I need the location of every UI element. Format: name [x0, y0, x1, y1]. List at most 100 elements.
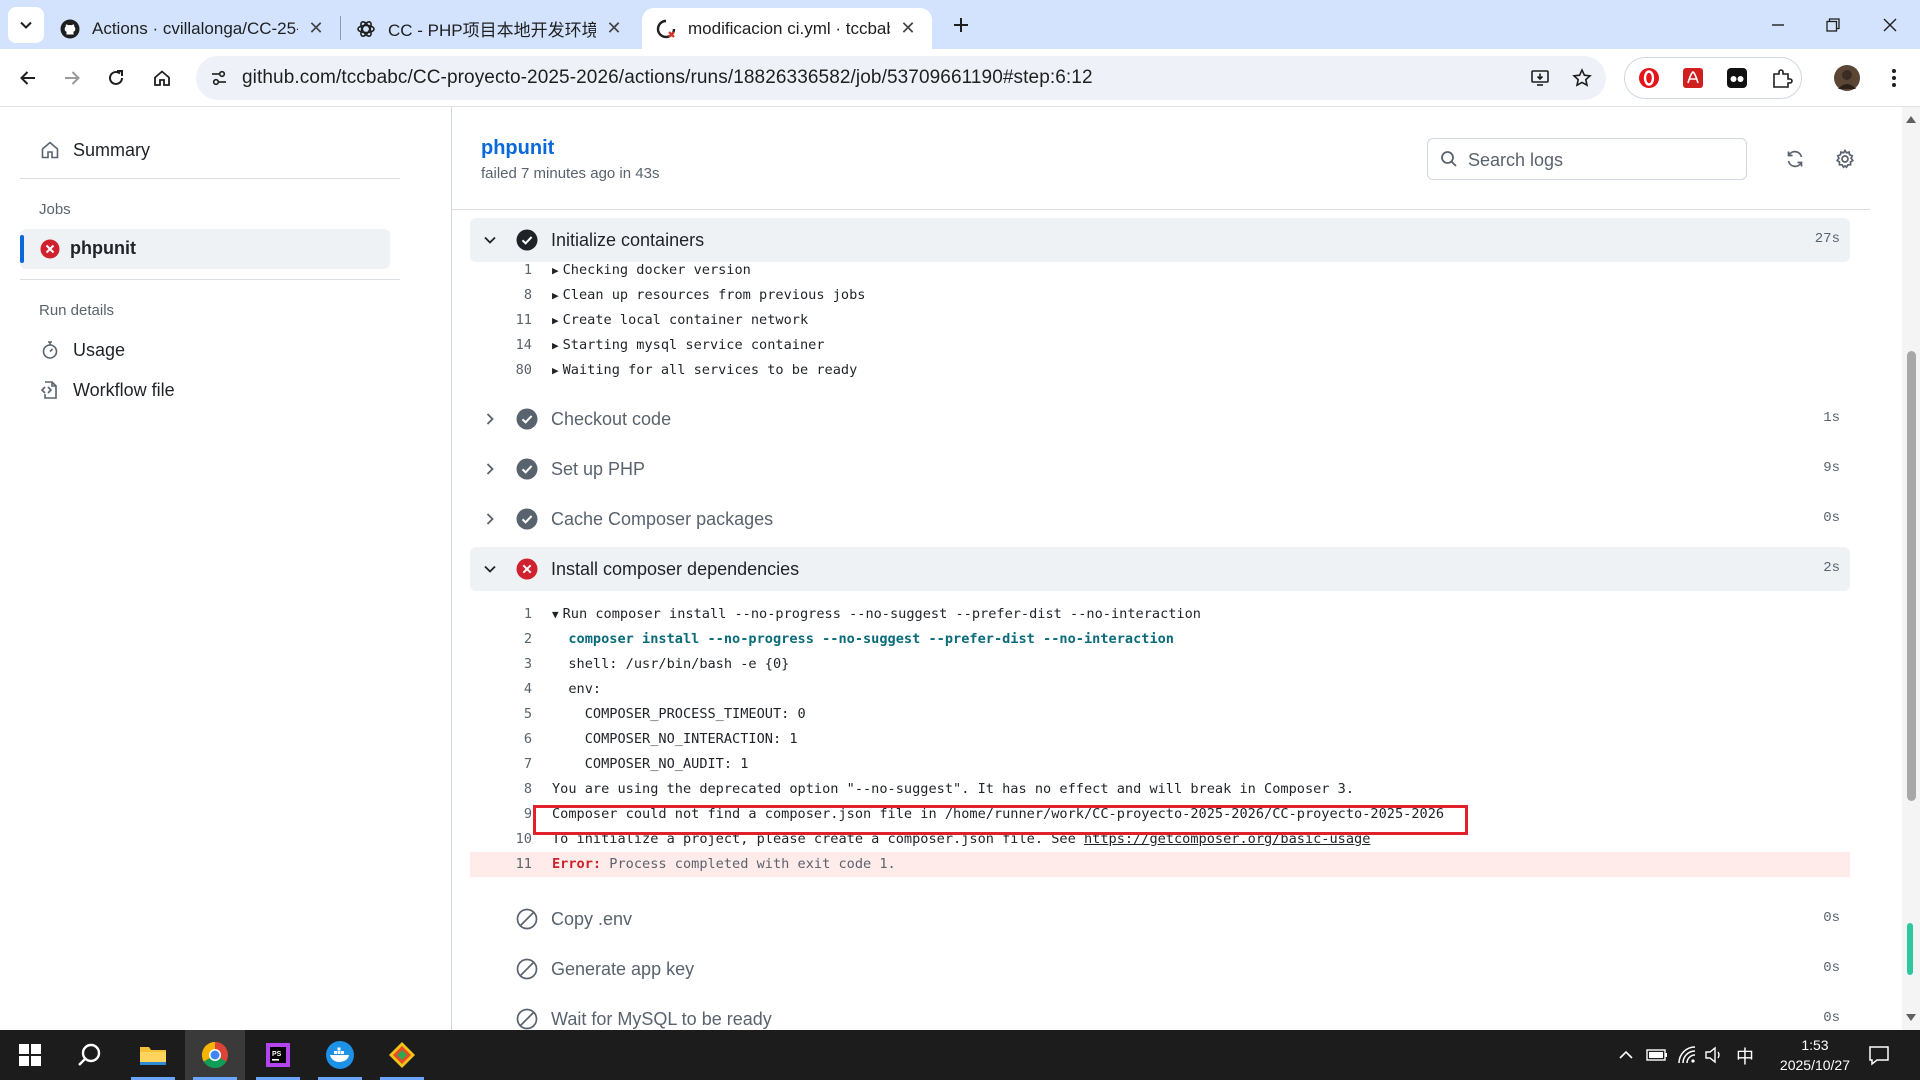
url-text[interactable]: github.com/tccbabc/CC-proyecto-2025-2026…: [242, 67, 1093, 89]
scroll-down-arrow-icon[interactable]: [1906, 1014, 1916, 1022]
step-name: Copy .env: [551, 909, 633, 929]
job-title[interactable]: phpunit: [481, 137, 554, 160]
log-line[interactable]: 3 shell: /usr/bin/bash -e {0}: [470, 652, 1850, 677]
log-line[interactable]: 5 COMPOSER_PROCESS_TIMEOUT: 0: [470, 702, 1850, 727]
home-button[interactable]: [144, 60, 180, 96]
browser-menu-button[interactable]: [1876, 60, 1912, 96]
new-tab-button[interactable]: [943, 7, 979, 43]
taskbar-git-tool[interactable]: [372, 1030, 432, 1080]
line-number[interactable]: 8: [470, 777, 532, 802]
tab-manager-extension-icon[interactable]: [1726, 67, 1748, 89]
input-method-indicator[interactable]: 中: [1736, 1043, 1754, 1069]
site-info-icon[interactable]: [210, 69, 228, 87]
browser-tab-actions[interactable]: Actions · cvillalonga/CC-25-2 ✕: [46, 8, 340, 49]
notification-icon[interactable]: [1868, 1044, 1890, 1066]
log-line[interactable]: 7 COMPOSER_NO_AUDIT: 1: [470, 752, 1850, 777]
step-initialize-containers[interactable]: Initialize containers 27s: [470, 218, 1850, 262]
sidebar-item-usage[interactable]: Usage: [39, 339, 125, 361]
log-line[interactable]: 14 Starting mysql service container: [470, 333, 1850, 358]
puzzle-extensions-icon[interactable]: [1771, 67, 1793, 89]
minimize-window-button[interactable]: [1760, 7, 1796, 43]
line-number[interactable]: 5: [470, 702, 532, 727]
browser-tab-cc-php[interactable]: CC - PHP项目本地开发环境搭建 ✕: [342, 8, 638, 49]
log-line[interactable]: 2 composer install --no-progress --no-su…: [470, 627, 1850, 652]
line-number[interactable]: 7: [470, 752, 532, 777]
log-line[interactable]: 8 Clean up resources from previous jobs: [470, 283, 1850, 308]
sidebar-item-label: Usage: [73, 339, 126, 360]
step-generate-app-key[interactable]: Generate app key 0s: [470, 947, 1850, 991]
profile-button[interactable]: [1829, 60, 1865, 96]
line-number[interactable]: 1: [470, 258, 532, 283]
close-icon[interactable]: ✕: [604, 18, 624, 39]
step-copy-env[interactable]: Copy .env 0s: [470, 897, 1850, 941]
tab-title: Actions · cvillalonga/CC-25-2: [92, 18, 298, 38]
file-code-icon: [39, 379, 61, 401]
taskbar-file-explorer[interactable]: [123, 1030, 183, 1080]
log-line-error[interactable]: 11 Error: Process completed with exit cod…: [470, 852, 1850, 877]
scrollbar-thumb[interactable]: [1907, 351, 1916, 801]
step-cache-composer-packages[interactable]: Cache Composer packages 0s: [470, 497, 1850, 541]
opera-adblock-icon[interactable]: [1638, 67, 1660, 89]
search-logs-input[interactable]: [1468, 147, 1738, 173]
back-button[interactable]: [10, 60, 46, 96]
line-number[interactable]: 1: [470, 602, 532, 627]
log-line[interactable]: 11 Create local container network: [470, 308, 1850, 333]
step-set-up-php[interactable]: Set up PHP 9s: [470, 447, 1850, 491]
log-line[interactable]: 1 Checking docker version: [470, 258, 1850, 283]
bookmark-star-icon[interactable]: [1572, 68, 1592, 88]
reload-button[interactable]: [98, 60, 134, 96]
chevron-down-icon: [480, 559, 500, 579]
scroll-up-arrow-icon[interactable]: [1906, 115, 1916, 123]
log-line[interactable]: 80 Waiting for all services to be ready: [470, 358, 1850, 383]
forward-button[interactable]: [54, 60, 90, 96]
line-number[interactable]: 11: [470, 308, 532, 333]
address-bar[interactable]: github.com/tccbabc/CC-proyecto-2025-2026…: [196, 56, 1606, 100]
line-number[interactable]: 6: [470, 727, 532, 752]
refresh-logs-button[interactable]: [1777, 141, 1813, 177]
install-app-icon[interactable]: [1530, 68, 1550, 88]
sidebar-item-summary[interactable]: Summary: [39, 139, 150, 161]
sidebar-item-workflow-file[interactable]: Workflow file: [39, 379, 175, 401]
log-line[interactable]: 1 Run composer install --no-progress --no…: [470, 602, 1850, 627]
taskbar-phpstorm[interactable]: PS: [248, 1030, 308, 1080]
log-line[interactable]: 6 COMPOSER_NO_INTERACTION: 1: [470, 727, 1850, 752]
close-icon[interactable]: ✕: [306, 18, 326, 39]
line-number[interactable]: 14: [470, 333, 532, 358]
step-install-composer-dependencies[interactable]: Install composer dependencies 2s: [470, 547, 1850, 591]
volume-icon[interactable]: [1704, 1045, 1724, 1065]
system-clock[interactable]: 1:53 2025/10/27: [1780, 1035, 1850, 1075]
start-button[interactable]: [0, 1030, 60, 1080]
browser-tab-modificacion[interactable]: modificacion ci.yml · tccbabc ✕: [642, 8, 932, 49]
page-scrollbar[interactable]: [1902, 107, 1920, 1030]
search-logs-field[interactable]: [1427, 138, 1747, 180]
chevron-up-icon[interactable]: [1618, 1047, 1634, 1063]
step-name: Initialize containers: [551, 230, 705, 250]
clock-time: 1:53: [1801, 1037, 1829, 1053]
tab-search-button[interactable]: [8, 7, 44, 43]
line-number[interactable]: 8: [470, 283, 532, 308]
taskbar-chrome[interactable]: [185, 1030, 245, 1080]
line-number[interactable]: 11: [470, 852, 532, 877]
line-number[interactable]: 10: [470, 827, 532, 852]
log-line[interactable]: 4 env:: [470, 677, 1850, 702]
line-number[interactable]: 3: [470, 652, 532, 677]
taskbar-docker[interactable]: [310, 1030, 370, 1080]
sidebar-item-job-phpunit[interactable]: phpunit: [20, 229, 390, 269]
wifi-icon[interactable]: [1677, 1045, 1697, 1065]
pdf-extension-icon[interactable]: [1682, 67, 1704, 89]
step-checkout-code[interactable]: Checkout code 1s: [470, 397, 1850, 441]
restore-window-button[interactable]: [1815, 7, 1851, 43]
log-line[interactable]: 8 You are using the deprecated option "--…: [470, 777, 1850, 802]
log-settings-button[interactable]: [1827, 141, 1863, 177]
line-number[interactable]: 80: [470, 358, 532, 383]
close-icon[interactable]: ✕: [898, 18, 918, 39]
line-number[interactable]: 2: [470, 627, 532, 652]
line-number[interactable]: 4: [470, 677, 532, 702]
close-window-button[interactable]: [1872, 7, 1908, 43]
line-number[interactable]: 9: [470, 802, 532, 827]
step-duration: 9s: [1823, 460, 1840, 476]
battery-icon[interactable]: [1646, 1046, 1668, 1064]
step-name: Wait for MySQL to be ready: [551, 1009, 772, 1029]
log-command-text: composer install --no-progress --no-sugg…: [552, 631, 1174, 647]
taskbar-search-button[interactable]: [60, 1030, 120, 1080]
